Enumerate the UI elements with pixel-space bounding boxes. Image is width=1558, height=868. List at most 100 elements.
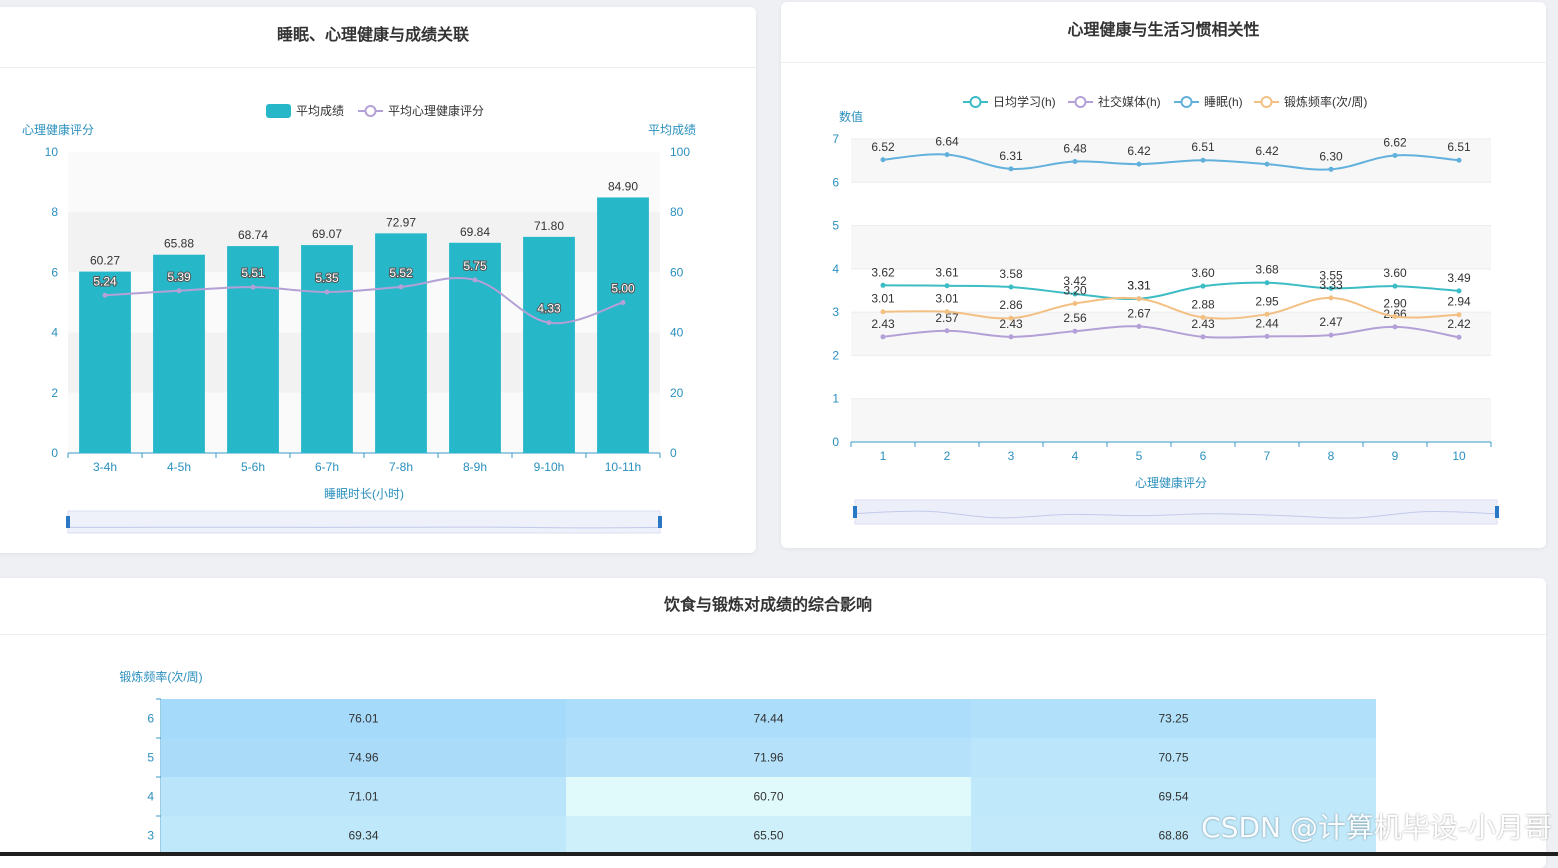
y-tick-left: 8: [51, 205, 58, 219]
series-point-2: [1264, 161, 1270, 167]
series-point-3: [880, 309, 886, 315]
heatmap-cell-label: 69.54: [1158, 790, 1188, 804]
legend-label-mental-health[interactable]: 平均心理健康评分: [388, 103, 484, 118]
series-point-1: [1200, 334, 1206, 340]
bar-data-label: 68.74: [238, 228, 268, 242]
series-point-1: [1456, 334, 1462, 340]
series-data-label-3: 2.86: [999, 298, 1023, 312]
x-tick-label: 9: [1392, 449, 1399, 463]
y-axis-label: 数值: [839, 109, 863, 124]
x-tick-label: 4-5h: [167, 460, 191, 474]
series-point-0: [1264, 280, 1270, 286]
series-data-label-2: 6.31: [999, 149, 1023, 163]
line-data-label: 4.33: [537, 302, 561, 316]
legend-swatch-bar[interactable]: [266, 104, 291, 118]
x-tick-label: 9-10h: [534, 460, 565, 474]
heatmap-y-tick-label: 4: [147, 790, 154, 804]
series-data-label-3: 3.33: [1319, 278, 1343, 292]
series-data-label-1: 2.56: [1063, 311, 1087, 325]
x-tick-label: 4: [1072, 449, 1079, 463]
legend-label-avg-score[interactable]: 平均成绩: [296, 104, 344, 118]
datazoom-handle-right[interactable]: [1495, 506, 1499, 518]
series-data-label-3: 2.90: [1383, 296, 1407, 310]
y-axis-right-label: 平均成绩: [648, 123, 696, 137]
legend-label-1[interactable]: 社交媒体(h): [1098, 94, 1161, 109]
y-tick-label: 3: [832, 305, 839, 319]
y-tick-label: 7: [832, 132, 839, 146]
series-point-2: [880, 157, 886, 163]
x-axis-label: 睡眠时长(小时): [324, 487, 404, 501]
line-point-mental-health: [176, 288, 182, 294]
line-point-mental-health: [472, 277, 478, 283]
series-point-3: [1328, 295, 1334, 301]
y-tick-left: 10: [45, 145, 59, 159]
grid-band: [851, 225, 1491, 269]
series-point-0: [880, 282, 886, 288]
series-point-0: [1200, 283, 1206, 289]
series-data-label-2: 6.48: [1063, 142, 1087, 156]
series-point-1: [1008, 334, 1014, 340]
x-tick-label: 5-6h: [241, 460, 265, 474]
bar-data-label: 71.80: [534, 219, 564, 233]
heatmap-cell-label: 74.96: [348, 751, 378, 765]
habits-chart-svg: 01234567数值1 2 3 4 5 6 7 8 9 10心理健康评分3.62 3.61 3.58 3…: [832, 94, 1499, 525]
legend-marker-3[interactable]: [1260, 96, 1273, 108]
datazoom-track[interactable]: [67, 510, 661, 534]
x-tick-label: 8: [1328, 449, 1335, 463]
y-tick-right: 20: [670, 386, 684, 400]
legend-swatch-line-marker[interactable]: [364, 105, 377, 117]
legend-label-0[interactable]: 日均学习(h): [993, 94, 1056, 109]
diet-heatmap-title: 饮食与锻炼对成绩的综合影响: [0, 578, 1546, 635]
series-point-3: [1264, 311, 1270, 317]
legend-label-2[interactable]: 睡眠(h): [1204, 95, 1243, 109]
series-data-label-2: 6.64: [935, 135, 959, 149]
heatmap-cell-label: 69.34: [348, 829, 378, 843]
series-data-label-0: 3.60: [1383, 266, 1407, 280]
series-point-3: [1392, 313, 1398, 319]
series-data-label-0: 3.62: [871, 265, 895, 279]
x-tick-label: 3-4h: [93, 460, 117, 474]
series-data-label-2: 6.42: [1255, 144, 1279, 158]
bar-avg-score: [153, 254, 205, 453]
series-point-1: [880, 334, 886, 340]
line-point-mental-health: [620, 300, 626, 305]
heatmap-cell-label: 60.70: [753, 790, 783, 804]
datazoom-handle-right[interactable]: [658, 516, 662, 528]
datazoom-handle-left[interactable]: [853, 506, 857, 518]
y-tick-label: 0: [832, 435, 839, 449]
x-axis-label: 心理健康评分: [1135, 475, 1207, 490]
series-data-label-3: 2.88: [1191, 297, 1215, 311]
series-data-label-2: 6.30: [1319, 149, 1343, 163]
y-tick-right: 100: [670, 145, 690, 159]
series-point-2: [1200, 157, 1206, 163]
bar-data-label: 69.84: [460, 225, 490, 239]
series-point-3: [1136, 296, 1142, 302]
line-data-label: 5.00: [611, 282, 635, 296]
line-data-label: 5.52: [389, 266, 413, 280]
datazoom-handle-left[interactable]: [66, 516, 70, 528]
y-tick-right: 60: [670, 265, 684, 279]
heatmap-y-tick-label: 5: [147, 751, 154, 765]
bar-avg-score: [79, 271, 131, 453]
line-point-mental-health: [546, 320, 552, 326]
legend-label-3[interactable]: 锻炼频率(次/周): [1284, 94, 1367, 109]
legend-marker-0[interactable]: [969, 96, 982, 108]
series-point-3: [1456, 312, 1462, 318]
series-point-0: [1008, 284, 1014, 290]
heatmap-cell-label: 70.75: [1158, 751, 1188, 765]
series-data-label-3: 2.95: [1255, 294, 1279, 308]
series-point-3: [1072, 300, 1078, 306]
series-point-1: [944, 328, 950, 334]
grid-band: [851, 355, 1491, 399]
legend-marker-1[interactable]: [1074, 96, 1087, 108]
line-data-label: 5.24: [93, 274, 117, 288]
series-data-label-3: 3.01: [871, 292, 895, 306]
bar-data-label: 60.27: [90, 254, 120, 268]
grid-band: [68, 152, 660, 213]
x-tick-label: 10-11h: [605, 460, 641, 474]
datazoom-track[interactable]: [854, 499, 1498, 525]
legend-marker-2[interactable]: [1180, 96, 1193, 108]
series-data-label-2: 6.62: [1383, 135, 1407, 149]
y-tick-label: 4: [832, 262, 839, 276]
series-data-label-1: 2.44: [1255, 316, 1279, 330]
